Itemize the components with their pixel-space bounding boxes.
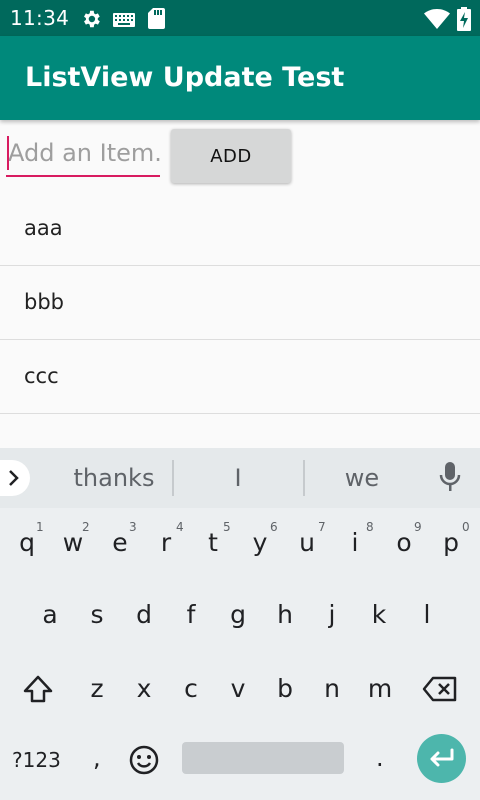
key-comma[interactable]: ,: [93, 744, 101, 772]
list-item[interactable]: ccc: [0, 340, 480, 414]
list-item-label: bbb: [24, 290, 64, 314]
key-hint: 0: [462, 520, 470, 534]
key-j[interactable]: j: [309, 600, 355, 629]
suggestion-2[interactable]: I: [188, 464, 288, 492]
suggestion-strip: thanks I we: [0, 448, 480, 508]
item-list: aaa bbb ccc: [0, 192, 480, 414]
key-g[interactable]: g: [215, 600, 261, 629]
key-z[interactable]: z: [74, 674, 120, 703]
enter-icon: [430, 748, 454, 767]
key-h[interactable]: h: [262, 600, 308, 629]
list-item[interactable]: bbb: [0, 266, 480, 340]
microphone-icon[interactable]: [438, 462, 462, 496]
backspace-icon[interactable]: [422, 676, 458, 707]
suggestion-divider: [303, 460, 305, 496]
key-hint: 5: [223, 520, 231, 534]
key-f[interactable]: f: [168, 600, 214, 629]
key-c[interactable]: c: [168, 674, 214, 703]
key-hint: 9: [414, 520, 422, 534]
key-x[interactable]: x: [121, 674, 167, 703]
space-bar[interactable]: [182, 742, 344, 774]
chevron-right-icon: [9, 470, 19, 486]
symbols-key[interactable]: ?123: [12, 748, 61, 772]
shift-icon[interactable]: [22, 674, 54, 709]
gear-icon: [80, 8, 102, 34]
item-input[interactable]: [6, 131, 160, 177]
key-s[interactable]: s: [74, 600, 120, 629]
sd-card-icon: [148, 8, 165, 33]
key-m[interactable]: m: [357, 674, 403, 703]
key-v[interactable]: v: [215, 674, 261, 703]
text-cursor: [7, 136, 9, 170]
key-hint: 6: [270, 520, 278, 534]
key-a[interactable]: a: [27, 600, 73, 629]
keyboard-icon: [113, 12, 135, 31]
app-bar: ListView Update Test: [0, 36, 480, 120]
enter-key[interactable]: [417, 734, 466, 783]
list-item-label: aaa: [24, 216, 63, 240]
key-hint: 8: [366, 520, 374, 534]
key-k[interactable]: k: [356, 600, 402, 629]
expand-suggestions-button[interactable]: [0, 460, 30, 496]
status-time: 11:34: [10, 6, 70, 30]
add-button[interactable]: ADD: [171, 129, 291, 183]
key-hint: 7: [318, 520, 326, 534]
suggestion-divider: [172, 460, 174, 496]
key-l[interactable]: l: [404, 600, 450, 629]
battery-charging-icon: [457, 7, 471, 35]
key-hint: 4: [176, 520, 184, 534]
list-item-label: ccc: [24, 364, 59, 388]
emoji-icon[interactable]: [128, 744, 160, 781]
suggestion-1[interactable]: thanks: [64, 464, 164, 492]
key-period[interactable]: .: [376, 744, 384, 772]
soft-keyboard: thanks I we q w e r t y u i o p 1 2 3 4 …: [0, 448, 480, 800]
suggestion-3[interactable]: we: [312, 464, 412, 492]
key-hint: 2: [82, 520, 90, 534]
app-title: ListView Update Test: [25, 62, 345, 93]
key-hint: 1: [36, 520, 44, 534]
wifi-icon: [424, 9, 450, 33]
status-bar: 11:34: [0, 0, 480, 36]
key-n[interactable]: n: [309, 674, 355, 703]
key-b[interactable]: b: [262, 674, 308, 703]
key-d[interactable]: d: [121, 600, 167, 629]
key-hint: 3: [129, 520, 137, 534]
list-item[interactable]: aaa: [0, 192, 480, 266]
